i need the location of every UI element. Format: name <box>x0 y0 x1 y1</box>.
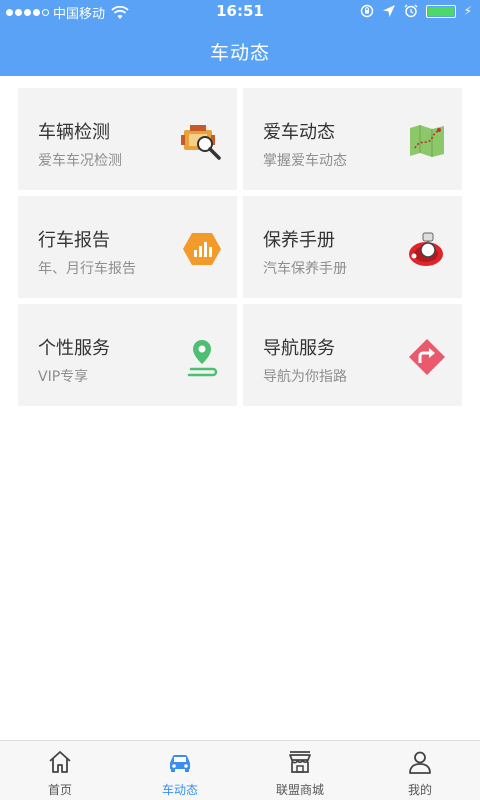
rotation-lock-icon <box>360 4 373 18</box>
tab-car-status[interactable]: 车动态 <box>120 741 240 800</box>
tab-label: 车动态 <box>161 783 198 797</box>
alarm-icon <box>404 4 418 18</box>
card-driving-report[interactable]: 行车报告 年、月行车报告 <box>18 196 237 298</box>
card-personal-service[interactable]: 个性服务 VIP专享 <box>18 304 237 406</box>
card-subtitle: 汽车保养手册 <box>263 261 347 277</box>
location-pin-icon <box>187 340 218 377</box>
engine-inspect-icon <box>181 125 221 160</box>
card-subtitle: 年、月行车报告 <box>38 261 136 277</box>
card-car-status[interactable]: 爱车动态 掌握爱车动态 <box>243 88 462 190</box>
home-icon <box>49 751 71 773</box>
card-maintenance-manual[interactable]: 保养手册 汽车保养手册 <box>243 196 462 298</box>
card-title: 个性服务 <box>38 338 110 359</box>
status-right: ⚡ <box>360 4 472 18</box>
tab-home[interactable]: 首页 <box>0 741 120 800</box>
charging-icon: ⚡ <box>463 4 472 18</box>
tab-alliance-mall[interactable]: 联盟商城 <box>240 741 360 800</box>
navigation-sign-icon <box>409 339 445 375</box>
status-bar: 中国移动 16:51 ⚡ <box>0 0 480 24</box>
card-navigation-service[interactable]: 导航服务 导航为你指路 <box>243 304 462 406</box>
tab-mine[interactable]: 我的 <box>360 741 480 800</box>
card-subtitle: 导航为你指路 <box>263 369 347 385</box>
maintenance-icon <box>409 232 443 266</box>
card-title: 导航服务 <box>263 338 335 359</box>
card-title: 行车报告 <box>38 230 110 251</box>
card-title: 爱车动态 <box>263 122 335 143</box>
tab-label: 联盟商城 <box>275 783 324 797</box>
user-icon <box>409 751 431 774</box>
car-icon <box>170 754 190 772</box>
location-arrow-icon <box>382 5 395 17</box>
card-subtitle: 掌握爱车动态 <box>263 153 347 169</box>
map-route-icon <box>410 125 444 157</box>
card-subtitle: 爱车车况检测 <box>38 153 122 169</box>
card-vehicle-inspection[interactable]: 车辆检测 爱车车况检测 <box>18 88 237 190</box>
card-title: 车辆检测 <box>38 122 110 143</box>
card-title: 保养手册 <box>263 230 335 251</box>
page-title: 车动态 <box>209 42 270 64</box>
tab-label: 我的 <box>407 783 432 797</box>
report-chart-icon <box>183 233 221 265</box>
bottom-tab-bar: 首页 车动态 联盟商城 我的 <box>0 740 480 800</box>
shop-icon <box>289 751 311 773</box>
tab-label: 首页 <box>47 783 72 797</box>
card-subtitle: VIP专享 <box>38 369 89 385</box>
battery-icon <box>425 4 456 18</box>
top-bar: 中国移动 16:51 ⚡ 车动态 <box>0 0 480 76</box>
